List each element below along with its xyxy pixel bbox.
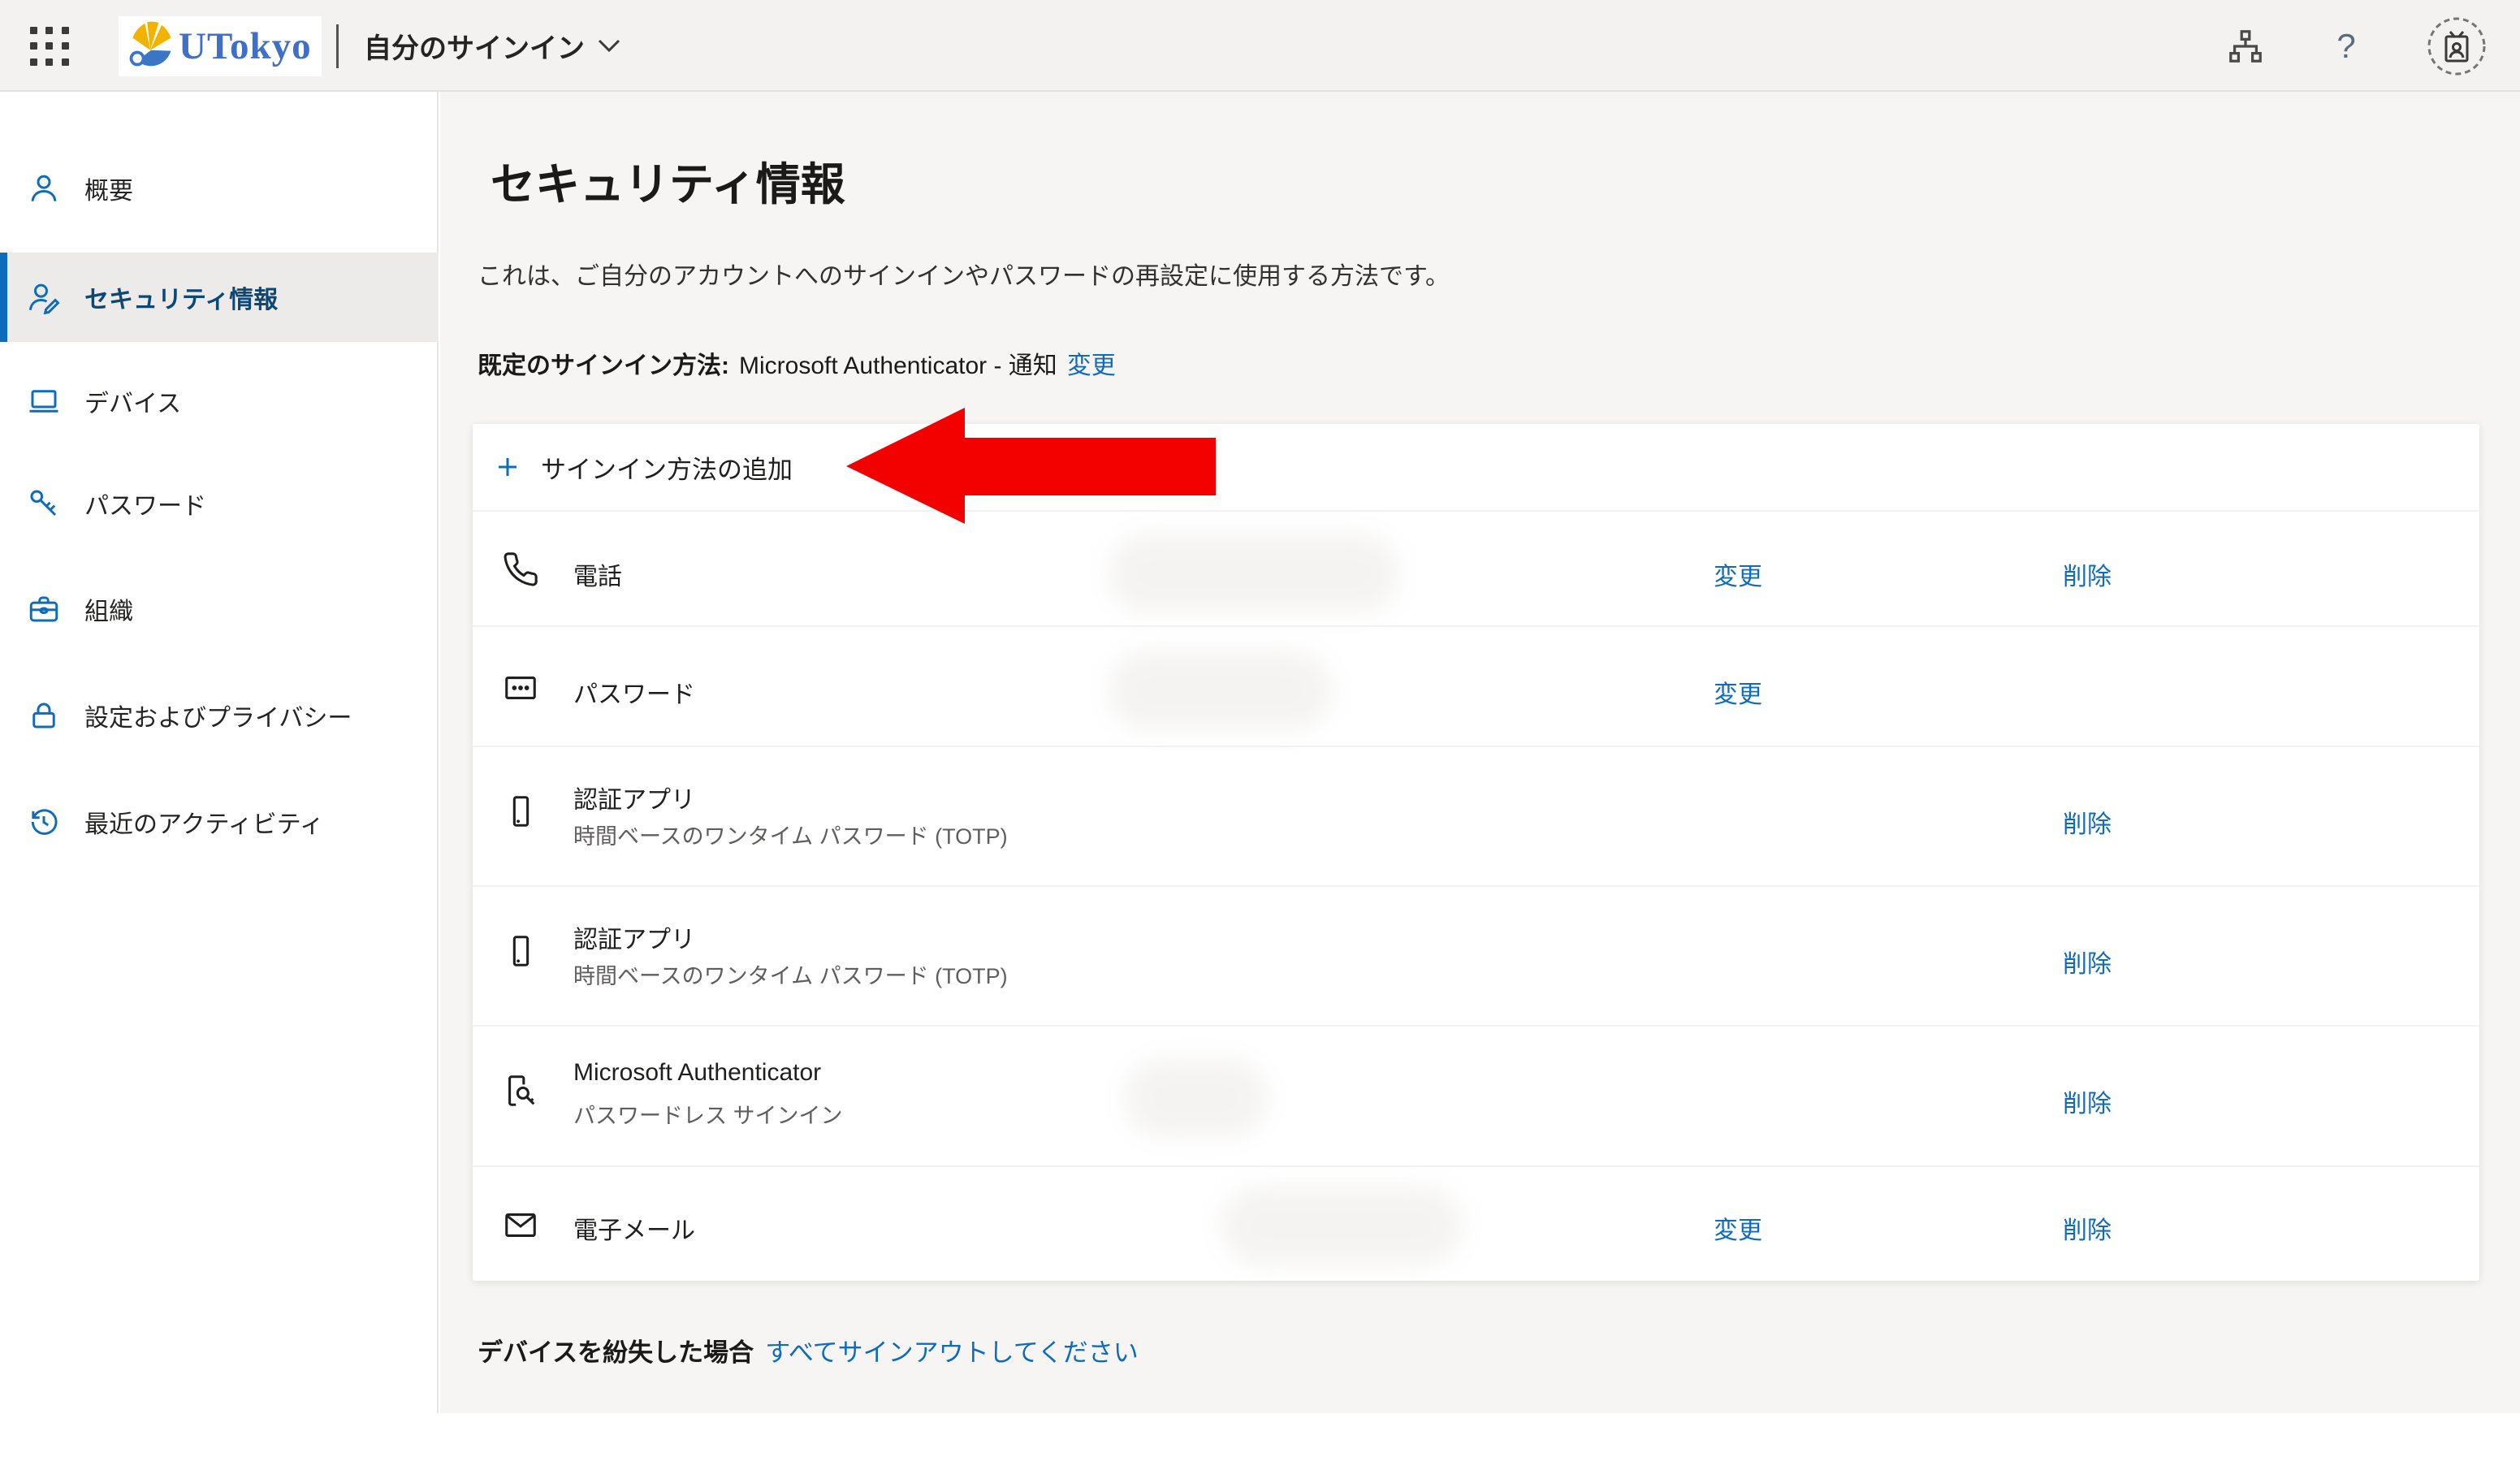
lock-icon (26, 698, 62, 733)
sidebar-item-label: パスワード (84, 486, 206, 521)
phone-icon (497, 551, 544, 588)
default-method-label: 既定のサインイン方法: (478, 345, 729, 381)
person-edit-icon (26, 279, 62, 315)
method-name: Microsoft Authenticator (573, 1059, 821, 1087)
delete-link[interactable]: 削除 (2022, 1210, 2152, 1246)
mobile-icon (497, 932, 544, 970)
sidebar-nav: 概要 セキュリティ情報 デバイス パスワード (0, 92, 439, 1413)
sidebar-item-settings-privacy[interactable]: 設定およびプライバシー (0, 671, 439, 760)
add-signin-method-label: サインイン方法の追加 (541, 449, 793, 486)
delete-link[interactable]: 削除 (2022, 944, 2152, 979)
method-desc: 時間ベースのワンタイム パスワード (TOTP) (573, 958, 1008, 990)
sign-out-all-link[interactable]: すべてサインアウトしてください (765, 1332, 1139, 1368)
utokyo-wordmark: UTokyo (179, 24, 312, 68)
sidebar-item-label: セキュリティ情報 (84, 279, 278, 315)
mail-icon (497, 1206, 544, 1243)
authenticator-icon (497, 1072, 544, 1109)
history-icon (26, 804, 62, 840)
top-bar-actions: ? (2224, 0, 2488, 92)
method-row-phone: 電話 変更 削除 (473, 512, 2479, 627)
delete-link[interactable]: 削除 (2022, 804, 2152, 840)
delete-link[interactable]: 削除 (2022, 1083, 2152, 1119)
header-divider (336, 24, 339, 68)
delete-link[interactable]: 削除 (2022, 556, 2152, 592)
mobile-icon (497, 793, 544, 830)
method-row-totp-1: 認証アプリ 時間ベースのワンタイム パスワード (TOTP) 削除 (473, 747, 2479, 887)
redacted-value (1221, 1187, 1462, 1265)
change-link[interactable]: 変更 (1673, 556, 1803, 592)
method-name: パスワード (573, 674, 695, 710)
sidebar-item-organizations[interactable]: 組織 (0, 564, 439, 654)
plus-icon (494, 453, 521, 481)
sidebar-item-label: 最近のアクティビティ (84, 804, 324, 840)
sidebar-item-label: 概要 (84, 171, 133, 206)
default-signin-method: 既定のサインイン方法: Microsoft Authenticator - 通知… (478, 345, 1116, 381)
laptop-icon (26, 383, 62, 419)
app-launcher-icon[interactable] (26, 23, 73, 70)
change-link[interactable]: 変更 (1673, 1210, 1803, 1246)
method-name: 認証アプリ (573, 919, 695, 955)
lost-device-label: デバイスを紛失した場合 (478, 1332, 754, 1368)
password-icon (497, 669, 544, 707)
sidebar-item-security-info[interactable]: セキュリティ情報 (0, 253, 439, 342)
app-title-dropdown[interactable]: 自分のサインイン (364, 0, 620, 92)
sidebar-item-password[interactable]: パスワード (0, 459, 439, 548)
utokyo-logo[interactable]: UTokyo (119, 16, 322, 76)
page-title: セキュリティ情報 (491, 148, 845, 213)
signin-methods-card: サインイン方法の追加 電話 変更 削除 パスワード 変更 (473, 424, 2479, 1281)
method-row-password: パスワード 変更 (473, 627, 2479, 747)
method-desc: 時間ベースのワンタイム パスワード (TOTP) (573, 819, 1008, 850)
app-title: 自分のサインイン (364, 26, 585, 66)
briefcase-icon (26, 591, 62, 627)
method-desc: パスワードレス サインイン (573, 1098, 843, 1130)
help-icon[interactable]: ? (2325, 25, 2367, 67)
method-name: 電子メール (573, 1210, 695, 1246)
org-switcher-icon[interactable] (2224, 25, 2267, 67)
redacted-value (1109, 534, 1398, 612)
method-name: 認証アプリ (573, 780, 695, 815)
redacted-value (1109, 651, 1332, 729)
sidebar-item-label: デバイス (84, 383, 181, 419)
default-method-change-link[interactable]: 変更 (1067, 345, 1116, 381)
footer-strip (0, 1413, 2520, 1483)
person-icon (26, 171, 62, 206)
key-icon (26, 486, 62, 521)
sidebar-item-overview[interactable]: 概要 (0, 144, 439, 233)
chevron-down-icon (598, 39, 620, 53)
default-method-value: Microsoft Authenticator - 通知 (739, 345, 1057, 381)
method-row-ms-authenticator: Microsoft Authenticator パスワードレス サインイン 削除 (473, 1027, 2479, 1167)
page-subtitle: これは、ご自分のアカウントへのサインインやパスワードの再設定に使用する方法です。 (478, 256, 1450, 292)
utokyo-ginkgo-icon (127, 21, 174, 71)
sidebar-item-label: 組織 (84, 591, 133, 627)
method-row-email: 電子メール 変更 削除 (473, 1167, 2479, 1281)
sidebar-item-recent-activity[interactable]: 最近のアクティビティ (0, 777, 439, 867)
add-signin-method-button[interactable]: サインイン方法の追加 (473, 424, 2479, 512)
method-row-totp-2: 認証アプリ 時間ベースのワンタイム パスワード (TOTP) 削除 (473, 887, 2479, 1027)
method-name: 電話 (573, 556, 622, 592)
sidebar-item-label: 設定およびプライバシー (84, 698, 352, 733)
change-link[interactable]: 変更 (1673, 674, 1803, 710)
lost-device-line: デバイスを紛失した場合 すべてサインアウトしてください (478, 1332, 1139, 1368)
sidebar-item-devices[interactable]: デバイス (0, 357, 439, 446)
redacted-value (1125, 1059, 1267, 1137)
top-bar: UTokyo 自分のサインイン ? (0, 0, 2520, 92)
account-badge-icon[interactable] (2426, 15, 2488, 77)
